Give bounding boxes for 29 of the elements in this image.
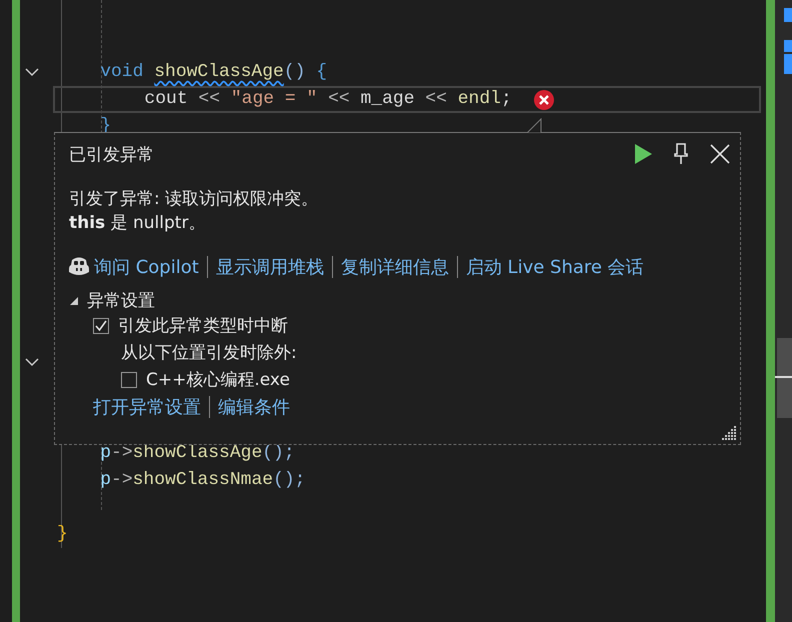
popup-link[interactable]: 编辑条件 (218, 395, 290, 419)
code-line: p->showClassNmae(); (99, 469, 306, 492)
play-icon[interactable] (634, 144, 652, 164)
expand-triangle-icon[interactable] (69, 296, 79, 306)
exception-detail: this 是 nullptr。 (69, 212, 206, 235)
checkbox[interactable] (93, 318, 109, 334)
pin-icon[interactable] (674, 143, 688, 165)
code-line: } (57, 523, 68, 546)
checkbox[interactable] (121, 372, 137, 388)
settings-heading: 异常设置 (87, 290, 155, 312)
popup-link[interactable]: 启动 Live Share 会话 (466, 255, 644, 279)
exception-message: 引发了异常: 读取访问权限冲突。 (69, 188, 320, 211)
popup-link[interactable]: 询问 Copilot (94, 255, 199, 279)
code-line: void showClassAge() { (99, 61, 328, 84)
chevron-icon[interactable] (25, 68, 39, 77)
popup-link[interactable]: 打开异常设置 (93, 395, 201, 419)
scrollbar[interactable] (775, 0, 792, 622)
checkbox-label: 引发此异常类型时中断 (118, 315, 288, 337)
resize-grip-icon[interactable] (719, 423, 737, 441)
exception-label: 从以下位置引发时除外: (121, 342, 297, 364)
popup-link[interactable]: 复制详细信息 (340, 255, 449, 279)
copilot-icon[interactable] (68, 257, 90, 277)
chevron-icon[interactable] (25, 358, 39, 367)
popup-title: 已引发异常 (69, 144, 154, 166)
popup-link[interactable]: 显示调用堆栈 (216, 255, 324, 279)
code-line: p->showClassAge(); (99, 442, 295, 465)
checkbox-label: C++核心编程.exe (146, 369, 290, 391)
code-line: cout << "age = " << m_age << endl; (143, 88, 512, 111)
close-icon[interactable] (710, 144, 730, 164)
